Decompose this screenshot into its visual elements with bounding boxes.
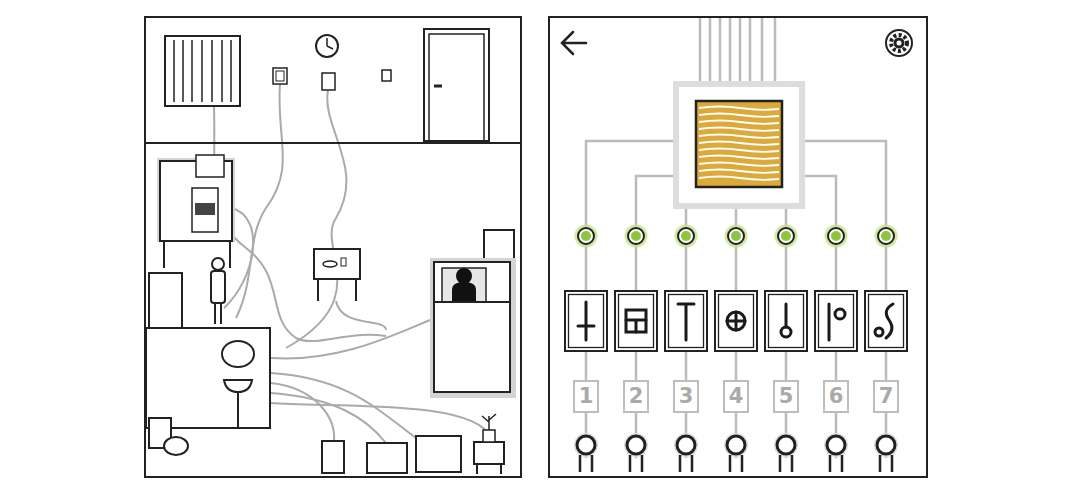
door[interactable]: [424, 29, 489, 141]
symbol-card-icon: [714, 290, 758, 352]
room-map: [146, 18, 520, 476]
toggle-switch[interactable]: [621, 431, 651, 472]
clock-icon: [316, 35, 338, 57]
indicator-light: [874, 224, 898, 248]
switch-panel: 1234567: [548, 16, 928, 478]
kitchen-counter[interactable]: [157, 155, 235, 268]
channel-number: 4: [723, 380, 749, 413]
symbol-card-icon: [614, 290, 658, 352]
indicator-light: [774, 224, 798, 248]
patient-figure: [211, 258, 225, 324]
bathroom[interactable]: [146, 328, 270, 455]
channel: 6: [811, 224, 861, 472]
channel: 4: [711, 224, 761, 472]
fridge[interactable]: [149, 273, 182, 328]
back-arrow-icon[interactable]: [560, 30, 588, 56]
screen: [696, 101, 782, 187]
symbol-card-icon: [864, 290, 908, 352]
toggle-switch[interactable]: [671, 431, 701, 472]
indicator-light: [624, 224, 648, 248]
toggle-switch[interactable]: [571, 431, 601, 472]
channel: 2: [611, 224, 661, 472]
channel: 7: [861, 224, 911, 472]
symbol-card-icon: [664, 290, 708, 352]
symbol-card-icon: [564, 290, 608, 352]
indicator-light: [674, 224, 698, 248]
toggle-switch[interactable]: [821, 431, 851, 472]
channel-number: 6: [823, 380, 849, 413]
plant[interactable]: [474, 414, 504, 474]
channel-row: 1234567: [550, 18, 926, 472]
channel-number: 5: [773, 380, 799, 413]
indicator-light: [824, 224, 848, 248]
gear-icon[interactable]: [884, 28, 914, 58]
channel: 5: [761, 224, 811, 472]
indicator-light: [574, 224, 598, 248]
toggle-switch[interactable]: [871, 431, 901, 472]
bed[interactable]: [430, 230, 516, 398]
indicator-light: [724, 224, 748, 248]
toggle-switch[interactable]: [771, 431, 801, 472]
symbol-card-icon: [814, 290, 858, 352]
channel-number: 1: [573, 380, 599, 413]
channel: 3: [661, 224, 711, 472]
room-view: [144, 16, 522, 478]
table[interactable]: [314, 249, 360, 301]
channel-number: 7: [873, 380, 899, 413]
symbol-card-icon: [764, 290, 808, 352]
window: [165, 36, 240, 106]
channel-number: 2: [623, 380, 649, 413]
channel-number: 3: [673, 380, 699, 413]
toggle-switch[interactable]: [721, 431, 751, 472]
channel: 1: [561, 224, 611, 472]
